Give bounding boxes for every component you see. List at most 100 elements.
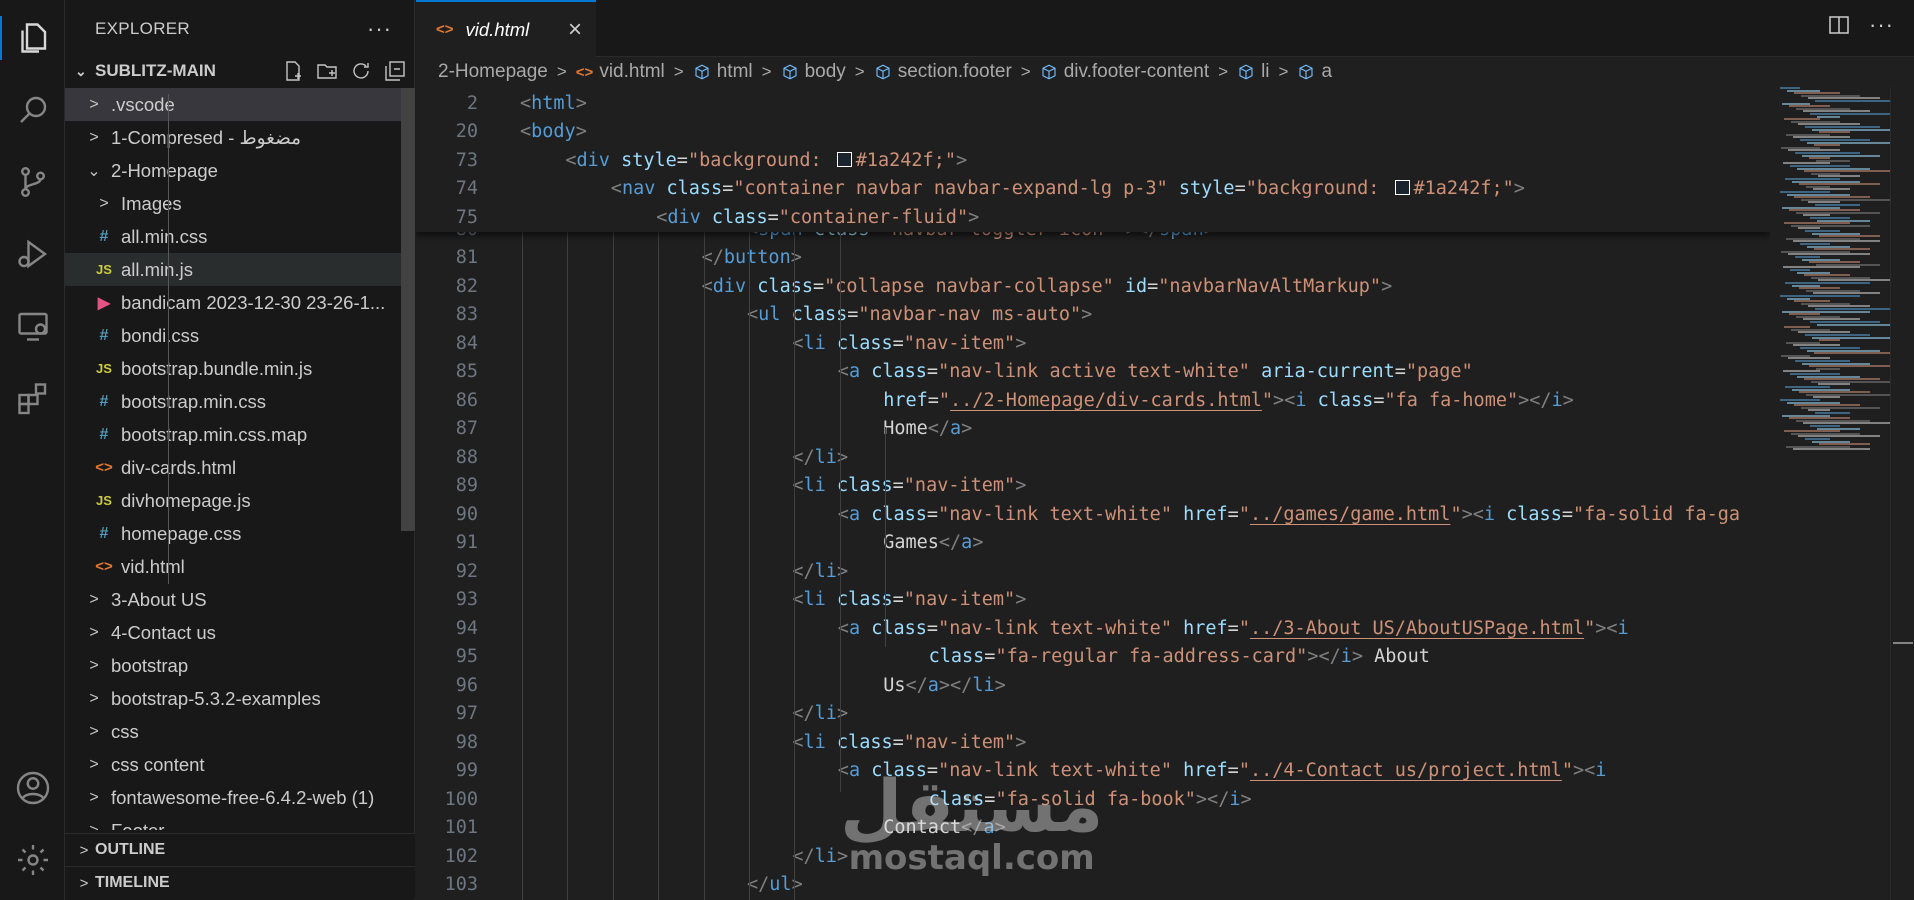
code-line[interactable]: 75 <div class="container-fluid"> [416, 203, 1770, 232]
tree-item-label: bandicam 2023-12-30 23-26-1... [121, 291, 386, 313]
outline-section[interactable]: > OUTLINE [65, 833, 415, 866]
code-content: class="fa-regular fa-address-card"></i> … [929, 646, 1430, 667]
line-number: 88 [455, 446, 478, 468]
extensions-icon[interactable] [0, 368, 65, 428]
source-control-icon[interactable] [0, 152, 65, 212]
new-folder-icon[interactable] [315, 59, 339, 83]
code-token-sp [1172, 618, 1183, 639]
code-line[interactable]: 93 <li class="nav-item"> [416, 586, 1770, 615]
code-token-txt: = [892, 589, 904, 611]
tree-file[interactable]: JS all.min.js [65, 253, 415, 286]
code-token-txt: Home [883, 418, 928, 440]
new-file-icon[interactable] [281, 59, 305, 83]
code-line[interactable]: 98 <li class="nav-item"> [416, 728, 1770, 757]
refresh-icon[interactable] [349, 59, 373, 83]
code-token-br: </ [747, 874, 770, 896]
settings-gear-icon[interactable] [0, 830, 65, 890]
tree-folder[interactable]: >1-Compresed - مضغوط [65, 121, 415, 154]
code-line[interactable]: 97 </li> [416, 700, 1770, 729]
code-line[interactable]: 74 <nav class="container navbar navbar-ex… [416, 175, 1770, 204]
symbol-element-icon [1040, 63, 1058, 81]
tree-file[interactable]: # bootstrap.min.css.map [65, 418, 415, 451]
search-icon[interactable] [0, 80, 65, 140]
tree-folder[interactable]: > .vscode [65, 88, 415, 121]
code-token-attr: class [928, 646, 985, 668]
tree-file[interactable]: <> div-cards.html [65, 451, 415, 484]
close-icon[interactable]: × [568, 16, 582, 44]
tree-file[interactable]: JS bootstrap.bundle.min.js [65, 352, 415, 385]
chevron-right-icon: > [89, 821, 99, 831]
code-line[interactable]: 96 Us</a></li> [416, 671, 1770, 700]
tab-vid-html[interactable]: <> vid.html × [416, 0, 596, 57]
code-token-br: > [836, 560, 849, 582]
tree-folder[interactable]: ⌄ 2-Homepage [65, 154, 415, 187]
workspace-root[interactable]: ⌄ SUBLITZ-MAIN [65, 56, 415, 86]
tree-folder[interactable]: > css content [65, 748, 415, 781]
code-line[interactable]: 81 </button> [416, 244, 1770, 273]
tree-folder[interactable]: >3-About US [65, 583, 415, 616]
tree-folder[interactable]: > Images [65, 187, 415, 220]
breadcrumb-item[interactable]: 2-Homepage [438, 61, 548, 83]
code-line[interactable]: 73 <div style="background: #1a242f;"> [416, 146, 1770, 175]
account-icon[interactable] [0, 758, 65, 818]
code-line[interactable]: 87 Home</a> [416, 415, 1770, 444]
breadcrumb-item[interactable]: a [1297, 61, 1332, 83]
code-token-br: ></ [1307, 646, 1341, 668]
code-line[interactable]: 89 <li class="nav-item"> [416, 472, 1770, 501]
tree-folder[interactable]: > bootstrap-5.3.2-examples [65, 682, 415, 715]
sidebar-scrollbar[interactable] [401, 88, 415, 531]
code-line[interactable]: 85 <a class="nav-link active text-white" … [416, 358, 1770, 387]
collapse-all-icon[interactable] [383, 59, 407, 83]
code-token-attr: class [871, 617, 927, 639]
run-debug-icon[interactable] [0, 224, 65, 284]
code-line[interactable]: 20 <body> [416, 118, 1770, 147]
breadcrumb-item[interactable]: html [693, 61, 753, 83]
tree-file[interactable]: <> vid.html [65, 550, 415, 583]
tree-file[interactable]: # homepage.css [65, 517, 415, 550]
code-line[interactable]: 86 href="../2-Homepage/div-cards.html"><i… [416, 386, 1770, 415]
code-line[interactable]: 94 <a class="nav-link text-white" href=".… [416, 614, 1770, 643]
code-token-sp [1172, 504, 1183, 525]
code-line[interactable]: 91 Games</a> [416, 529, 1770, 558]
tree-folder[interactable]: > fontawesome-free-6.4.2-web (1) [65, 781, 415, 814]
explorer-icon[interactable] [0, 8, 65, 68]
color-swatch[interactable] [836, 151, 852, 167]
code-token-str: "nav-link active text-white" [938, 361, 1250, 383]
split-editor-icon[interactable] [1827, 13, 1851, 37]
code-line[interactable]: 90 <a class="nav-link text-white" href=".… [416, 500, 1770, 529]
tree-folder[interactable]: > Footer [65, 814, 415, 831]
tree-item-label: divhomepage.js [121, 489, 251, 511]
code-token-br: </ [792, 845, 815, 867]
tree-file[interactable]: ▶ bandicam 2023-12-30 23-26-1... [65, 286, 415, 319]
code-line[interactable]: 95 class="fa-regular fa-address-card"></i… [416, 643, 1770, 672]
minimap[interactable] [1770, 87, 1900, 900]
code-token-txt: = [1227, 760, 1239, 782]
timeline-section[interactable]: > TIMELINE [65, 866, 415, 899]
breadcrumb-item[interactable]: div.footer-content [1040, 61, 1209, 83]
tree-folder[interactable]: >4-Contact us [65, 616, 415, 649]
breadcrumb-item[interactable]: li [1237, 61, 1270, 83]
breadcrumb-item[interactable]: <> vid.html [576, 61, 665, 83]
code-line[interactable]: 88 </li> [416, 443, 1770, 472]
color-swatch[interactable] [1394, 180, 1410, 196]
breadcrumb-item[interactable]: body [781, 61, 846, 83]
sticky-scroll-header[interactable]: 2 <html> 20 <body> 73 <div style="background:… [416, 87, 1770, 232]
tree-file[interactable]: # bootstrap.min.css [65, 385, 415, 418]
tree-file[interactable]: # bondi.css [65, 319, 415, 352]
breadcrumb-item[interactable]: section.footer [874, 61, 1012, 83]
tree-folder[interactable]: > css [65, 715, 415, 748]
tree-folder[interactable]: > bootstrap [65, 649, 415, 682]
code-token-attr: class [711, 206, 768, 228]
editor-scrollbar[interactable] [1890, 87, 1914, 900]
code-line[interactable]: 2 <html> [416, 89, 1770, 118]
tree-file[interactable]: JS divhomepage.js [65, 484, 415, 517]
explorer-more-actions-icon[interactable]: ··· [367, 16, 392, 42]
editor-tab-bar: <> vid.html × ··· [416, 0, 1914, 57]
more-actions-icon[interactable]: ··· [1869, 12, 1894, 38]
code-line[interactable]: 92 </li> [416, 557, 1770, 586]
code-line[interactable]: 84 <li class="nav-item"> [416, 329, 1770, 358]
tree-file[interactable]: # all.min.css [65, 220, 415, 253]
code-line[interactable]: 82 <div class="collapse navbar-collapse" … [416, 272, 1770, 301]
code-line[interactable]: 83 <ul class="navbar-nav ms-auto"> [416, 301, 1770, 330]
remote-explorer-icon[interactable] [0, 296, 65, 356]
